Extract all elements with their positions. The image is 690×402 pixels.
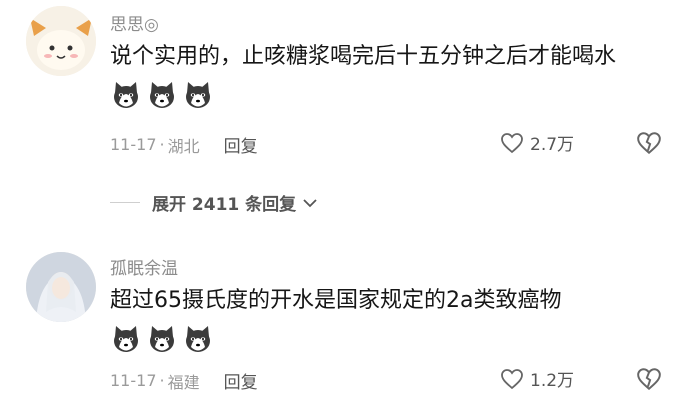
- heart-icon: [501, 132, 523, 153]
- comment-location: 湖北: [167, 136, 200, 156]
- comment-body: 超过65摄氏度的开水是国家规定的2a类致癌物: [110, 288, 562, 313]
- broken-heart-icon[interactable]: [636, 366, 662, 392]
- avatar[interactable]: [26, 252, 96, 322]
- reply-button[interactable]: 回复: [224, 132, 258, 157]
- comment-date: 11-17: [110, 371, 157, 390]
- chevron-down-icon: [303, 198, 317, 207]
- reply-button[interactable]: 回复: [224, 368, 258, 393]
- comment-meta: 11-17 · 湖北 回复: [110, 132, 258, 157]
- broken-heart-icon[interactable]: [636, 130, 662, 156]
- like-count: 2.7万: [530, 135, 575, 155]
- like-button[interactable]: 1.2万: [500, 366, 574, 391]
- husky-dog-emoji-icon: [114, 82, 138, 108]
- username[interactable]: 思思◎: [110, 10, 159, 35]
- username[interactable]: 孤眠余温: [110, 254, 178, 279]
- meta-separator: ·: [159, 135, 165, 154]
- comment-meta: 11-17 · 福建 回复: [110, 368, 258, 393]
- emoji-group: [110, 323, 214, 355]
- expand-replies-label: 展开 2411 条回复: [152, 195, 297, 215]
- meta-separator: ·: [159, 371, 165, 390]
- heart-icon: [501, 368, 523, 389]
- avatar[interactable]: [26, 6, 96, 76]
- divider-line: [110, 202, 140, 203]
- like-button[interactable]: 2.7万: [500, 130, 574, 155]
- husky-dog-emoji-icon: [150, 326, 174, 352]
- expand-replies-button[interactable]: 展开 2411 条回复: [110, 190, 318, 215]
- husky-dog-emoji-icon: [186, 82, 210, 108]
- comment-body: 说个实用的，止咳糖浆喝完后十五分钟之后才能喝水: [110, 44, 617, 69]
- emoji-group: [110, 79, 214, 111]
- comment-text: 超过65摄氏度的开水是国家规定的2a类致癌物: [110, 282, 670, 358]
- comment-location: 福建: [167, 372, 200, 392]
- comment-date: 11-17: [110, 135, 157, 154]
- comment-text: 说个实用的，止咳糖浆喝完后十五分钟之后才能喝水: [110, 38, 670, 114]
- husky-dog-emoji-icon: [150, 82, 174, 108]
- husky-dog-emoji-icon: [186, 326, 210, 352]
- like-count: 1.2万: [530, 371, 575, 391]
- husky-dog-emoji-icon: [114, 326, 138, 352]
